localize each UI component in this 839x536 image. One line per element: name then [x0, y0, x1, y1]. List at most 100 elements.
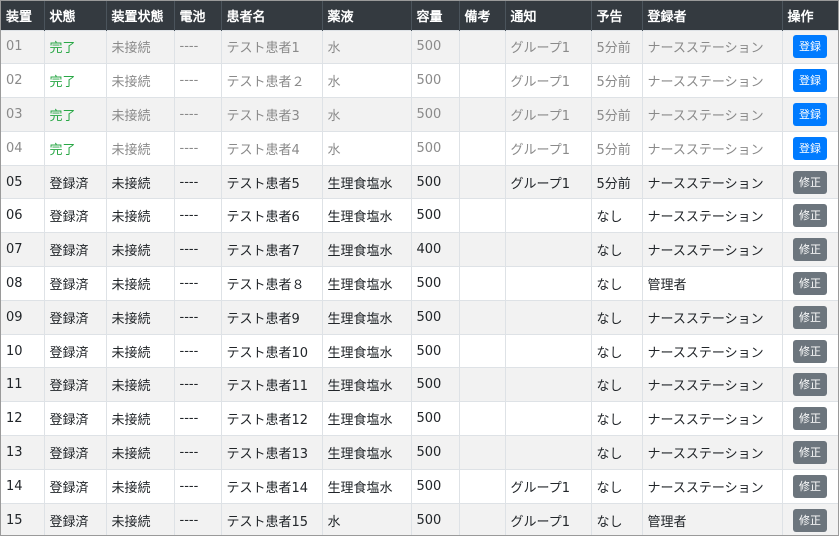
- cell-action: 登録: [782, 97, 838, 132]
- cell-status: 完了: [44, 63, 107, 98]
- cell-device-status: 未接続: [106, 401, 175, 436]
- cell-note: [459, 435, 506, 470]
- cell-registrant: ナースステーション: [642, 232, 783, 267]
- cell-device: 01: [1, 29, 45, 64]
- table-row: 07 登録済 未接続 ---- テスト患者7 生理食塩水 400 なし ナースステーション 修正: [1, 232, 838, 267]
- column-header-volume: 容量: [411, 1, 460, 30]
- cell-drug: 水: [322, 97, 412, 132]
- cell-drug: 生理食塩水: [322, 468, 412, 504]
- cell-notice: なし: [591, 198, 643, 233]
- cell-notify: [505, 232, 592, 267]
- cell-notify: [505, 333, 592, 368]
- cell-device-status: 未接続: [106, 97, 175, 132]
- cell-volume: 500: [411, 97, 460, 132]
- cell-status: 登録済: [44, 164, 107, 199]
- cell-action: 修正: [782, 164, 838, 199]
- cell-battery: ----: [174, 164, 222, 199]
- table-row: 12 登録済 未接続 ---- テスト患者12 生理食塩水 500 なし ナースステーション 修正: [1, 401, 838, 436]
- edit-button[interactable]: 修正: [793, 474, 827, 498]
- cell-drug: 生理食塩水: [322, 198, 412, 233]
- edit-button[interactable]: 修正: [793, 407, 827, 431]
- cell-device-status: 未接続: [106, 299, 175, 335]
- table-row: 10 登録済 未接続 ---- テスト患者10 生理食塩水 500 なし ナースステーション 修正: [1, 333, 838, 368]
- cell-device-status: 未接続: [106, 468, 175, 504]
- cell-patient: テスト患者13: [221, 435, 323, 470]
- cell-device-status: 未接続: [106, 367, 175, 402]
- cell-notice: なし: [591, 232, 643, 267]
- device-table-container: 装置 状態 装置状態 電池 患者名 薬液 容量 備考 通知 予告 登録者 操作 …: [0, 0, 839, 536]
- column-header-patient: 患者名: [221, 1, 323, 30]
- cell-notify: グループ1: [505, 63, 592, 98]
- cell-note: [459, 333, 506, 368]
- cell-device: 05: [1, 164, 45, 199]
- cell-patient: テスト患者9: [221, 299, 323, 335]
- cell-action: 修正: [782, 333, 838, 368]
- cell-battery: ----: [174, 266, 222, 301]
- cell-device-status: 未接続: [106, 29, 175, 64]
- cell-device-status: 未接続: [106, 130, 175, 166]
- cell-volume: 500: [411, 198, 460, 233]
- cell-registrant: ナースステーション: [642, 333, 783, 368]
- column-header-registrant: 登録者: [642, 1, 783, 30]
- table-row: 04 完了 未接続 ---- テスト患者4 水 500 グループ1 5分前 ナースステーション 登録: [1, 130, 838, 166]
- register-button[interactable]: 登録: [793, 136, 827, 160]
- cell-device-status: 未接続: [106, 266, 175, 301]
- cell-action: 登録: [782, 29, 838, 64]
- cell-patient: テスト患者4: [221, 130, 323, 166]
- cell-registrant: ナースステーション: [642, 367, 783, 402]
- cell-notice: なし: [591, 435, 643, 470]
- table-row: 01 完了 未接続 ---- テスト患者1 水 500 グループ1 5分前 ナースステーション 登録: [1, 29, 838, 64]
- table-row: 14 登録済 未接続 ---- テスト患者14 生理食塩水 500 グループ1 なし ナースステー…: [1, 468, 838, 504]
- cell-registrant: ナースステーション: [642, 299, 783, 335]
- cell-note: [459, 367, 506, 402]
- register-button[interactable]: 登録: [793, 102, 827, 126]
- cell-battery: ----: [174, 232, 222, 267]
- cell-drug: 水: [322, 63, 412, 98]
- cell-battery: ----: [174, 333, 222, 368]
- cell-notice: 5分前: [591, 63, 643, 98]
- cell-note: [459, 299, 506, 335]
- cell-registrant: ナースステーション: [642, 198, 783, 233]
- cell-action: 修正: [782, 367, 838, 402]
- cell-patient: テスト患者２: [221, 63, 323, 98]
- cell-note: [459, 468, 506, 504]
- edit-button[interactable]: 修正: [793, 204, 827, 228]
- cell-registrant: ナースステーション: [642, 97, 783, 132]
- cell-battery: ----: [174, 468, 222, 504]
- cell-volume: 500: [411, 468, 460, 504]
- edit-button[interactable]: 修正: [793, 508, 827, 532]
- cell-patient: テスト患者6: [221, 198, 323, 233]
- table-row: 03 完了 未接続 ---- テスト患者3 水 500 グループ1 5分前 ナースステーション 登録: [1, 97, 838, 132]
- cell-volume: 500: [411, 29, 460, 64]
- cell-status: 登録済: [44, 401, 107, 436]
- cell-volume: 500: [411, 164, 460, 199]
- edit-button[interactable]: 修正: [793, 339, 827, 363]
- edit-button[interactable]: 修正: [793, 440, 827, 464]
- cell-action: 登録: [782, 63, 838, 98]
- register-button[interactable]: 登録: [793, 69, 827, 93]
- cell-registrant: ナースステーション: [642, 435, 783, 470]
- cell-drug: 生理食塩水: [322, 232, 412, 267]
- cell-notice: なし: [591, 401, 643, 436]
- cell-registrant: ナースステーション: [642, 63, 783, 98]
- edit-button[interactable]: 修正: [793, 170, 827, 194]
- cell-status: 登録済: [44, 198, 107, 233]
- cell-note: [459, 198, 506, 233]
- cell-device: 10: [1, 333, 45, 368]
- cell-volume: 500: [411, 130, 460, 166]
- cell-note: [459, 97, 506, 132]
- cell-note: [459, 502, 506, 535]
- cell-notify: グループ1: [505, 29, 592, 64]
- table-body: 01 完了 未接続 ---- テスト患者1 水 500 グループ1 5分前 ナースステーション 登録…: [1, 29, 838, 535]
- cell-notify: グループ1: [505, 130, 592, 166]
- edit-button[interactable]: 修正: [793, 305, 827, 329]
- edit-button[interactable]: 修正: [793, 373, 827, 397]
- table-header-row: 装置 状態 装置状態 電池 患者名 薬液 容量 備考 通知 予告 登録者 操作: [1, 1, 838, 30]
- cell-device: 04: [1, 130, 45, 166]
- edit-button[interactable]: 修正: [793, 271, 827, 295]
- cell-status: 登録済: [44, 367, 107, 402]
- cell-notify: [505, 367, 592, 402]
- register-button[interactable]: 登録: [793, 35, 827, 59]
- edit-button[interactable]: 修正: [793, 238, 827, 262]
- cell-volume: 500: [411, 502, 460, 535]
